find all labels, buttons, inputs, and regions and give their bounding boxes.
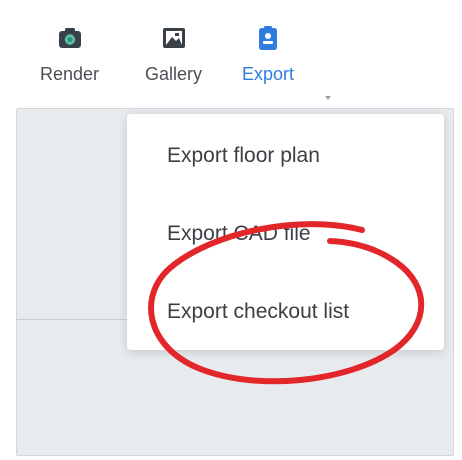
render-button[interactable]: Render <box>40 24 99 85</box>
export-label: Export <box>242 64 295 84</box>
gallery-button[interactable]: Gallery <box>145 24 202 85</box>
render-label: Render <box>40 64 100 84</box>
gallery-label: Gallery <box>145 64 203 84</box>
menu-item-export-floor-plan[interactable]: Export floor plan <box>167 144 320 168</box>
export-icon <box>254 24 282 52</box>
export-dropdown-menu: Export floor plan Export CAD file Export… <box>127 114 444 350</box>
chevron-down-icon <box>325 96 331 100</box>
export-button[interactable]: Export <box>242 24 294 85</box>
gallery-icon <box>160 24 188 52</box>
toolbar: Render Gallery Export <box>0 0 462 108</box>
menu-item-export-checkout-list[interactable]: Export checkout list <box>167 300 349 324</box>
menu-item-export-cad-file[interactable]: Export CAD file <box>167 222 311 246</box>
camera-icon <box>56 24 84 52</box>
